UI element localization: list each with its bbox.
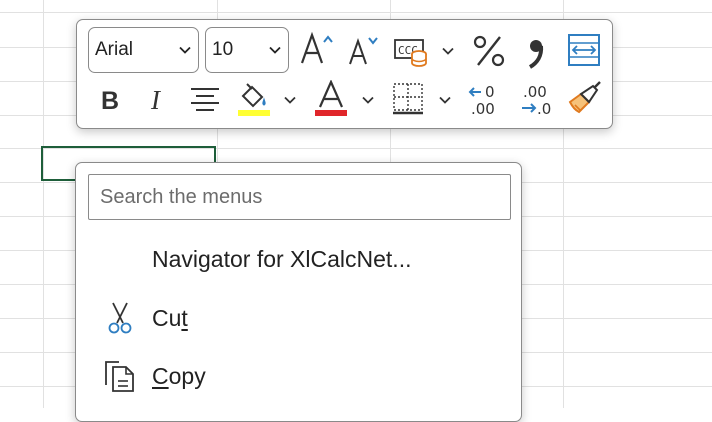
svg-text:.0: .0 xyxy=(537,100,551,117)
font-name-select[interactable]: Arial xyxy=(88,27,199,73)
copy-icon xyxy=(105,361,134,392)
increase-decimal-icon[interactable]: .00 .0 xyxy=(519,81,557,117)
svg-text:.00: .00 xyxy=(523,83,547,101)
fill-color-icon[interactable] xyxy=(235,80,271,118)
chevron-down-icon[interactable] xyxy=(283,93,297,107)
menu-item-label: Navigator for XlCalcNet... xyxy=(152,245,412,272)
menu-item-cut[interactable]: Cut xyxy=(76,290,521,346)
label-accelerator: t xyxy=(181,304,188,331)
decrease-font-size-icon[interactable] xyxy=(347,34,383,68)
label-text: Cu xyxy=(152,304,182,331)
chevron-down-icon xyxy=(179,46,191,54)
format-painter-icon[interactable] xyxy=(567,80,603,116)
percent-style-icon[interactable] xyxy=(470,32,508,70)
svg-text:B: B xyxy=(101,87,119,114)
font-name-value: Arial xyxy=(95,39,134,60)
font-size-value: 10 xyxy=(212,39,234,60)
menu-item-copy[interactable]: Copy xyxy=(76,348,521,404)
chevron-down-icon xyxy=(269,46,281,54)
font-color-icon[interactable] xyxy=(313,80,349,118)
comma-style-icon[interactable] xyxy=(523,32,549,72)
scissors-icon xyxy=(108,302,132,334)
bold-icon[interactable]: B xyxy=(97,84,125,114)
merge-center-icon[interactable] xyxy=(566,32,602,68)
menu-item-label: Copy xyxy=(152,363,206,390)
label-accelerator: C xyxy=(152,362,169,389)
chevron-down-icon[interactable] xyxy=(361,93,375,107)
accounting-format-icon[interactable]: CCC xyxy=(393,34,431,68)
chevron-down-icon[interactable] xyxy=(438,93,452,107)
font-size-select[interactable]: 10 xyxy=(205,27,289,73)
menu-search-input[interactable] xyxy=(88,174,511,220)
mini-toolbar: Arial 10 CCC B I 0 .00 .00 .0 xyxy=(76,19,613,129)
decrease-decimal-icon[interactable]: 0 .00 xyxy=(467,81,505,117)
label-text: opy xyxy=(168,362,206,389)
menu-item-label: Cut xyxy=(152,305,188,332)
increase-font-size-icon[interactable] xyxy=(299,30,337,68)
borders-icon[interactable] xyxy=(391,81,427,117)
menu-item-navigator[interactable]: Navigator for XlCalcNet... xyxy=(76,231,521,287)
svg-text:0: 0 xyxy=(485,83,495,101)
chevron-down-icon[interactable] xyxy=(441,44,455,58)
align-center-icon[interactable] xyxy=(189,84,221,116)
context-menu: Navigator for XlCalcNet... Cut Copy xyxy=(75,162,522,422)
italic-icon[interactable]: I xyxy=(145,84,171,114)
svg-text:I: I xyxy=(150,85,162,114)
svg-text:.00: .00 xyxy=(471,100,495,117)
